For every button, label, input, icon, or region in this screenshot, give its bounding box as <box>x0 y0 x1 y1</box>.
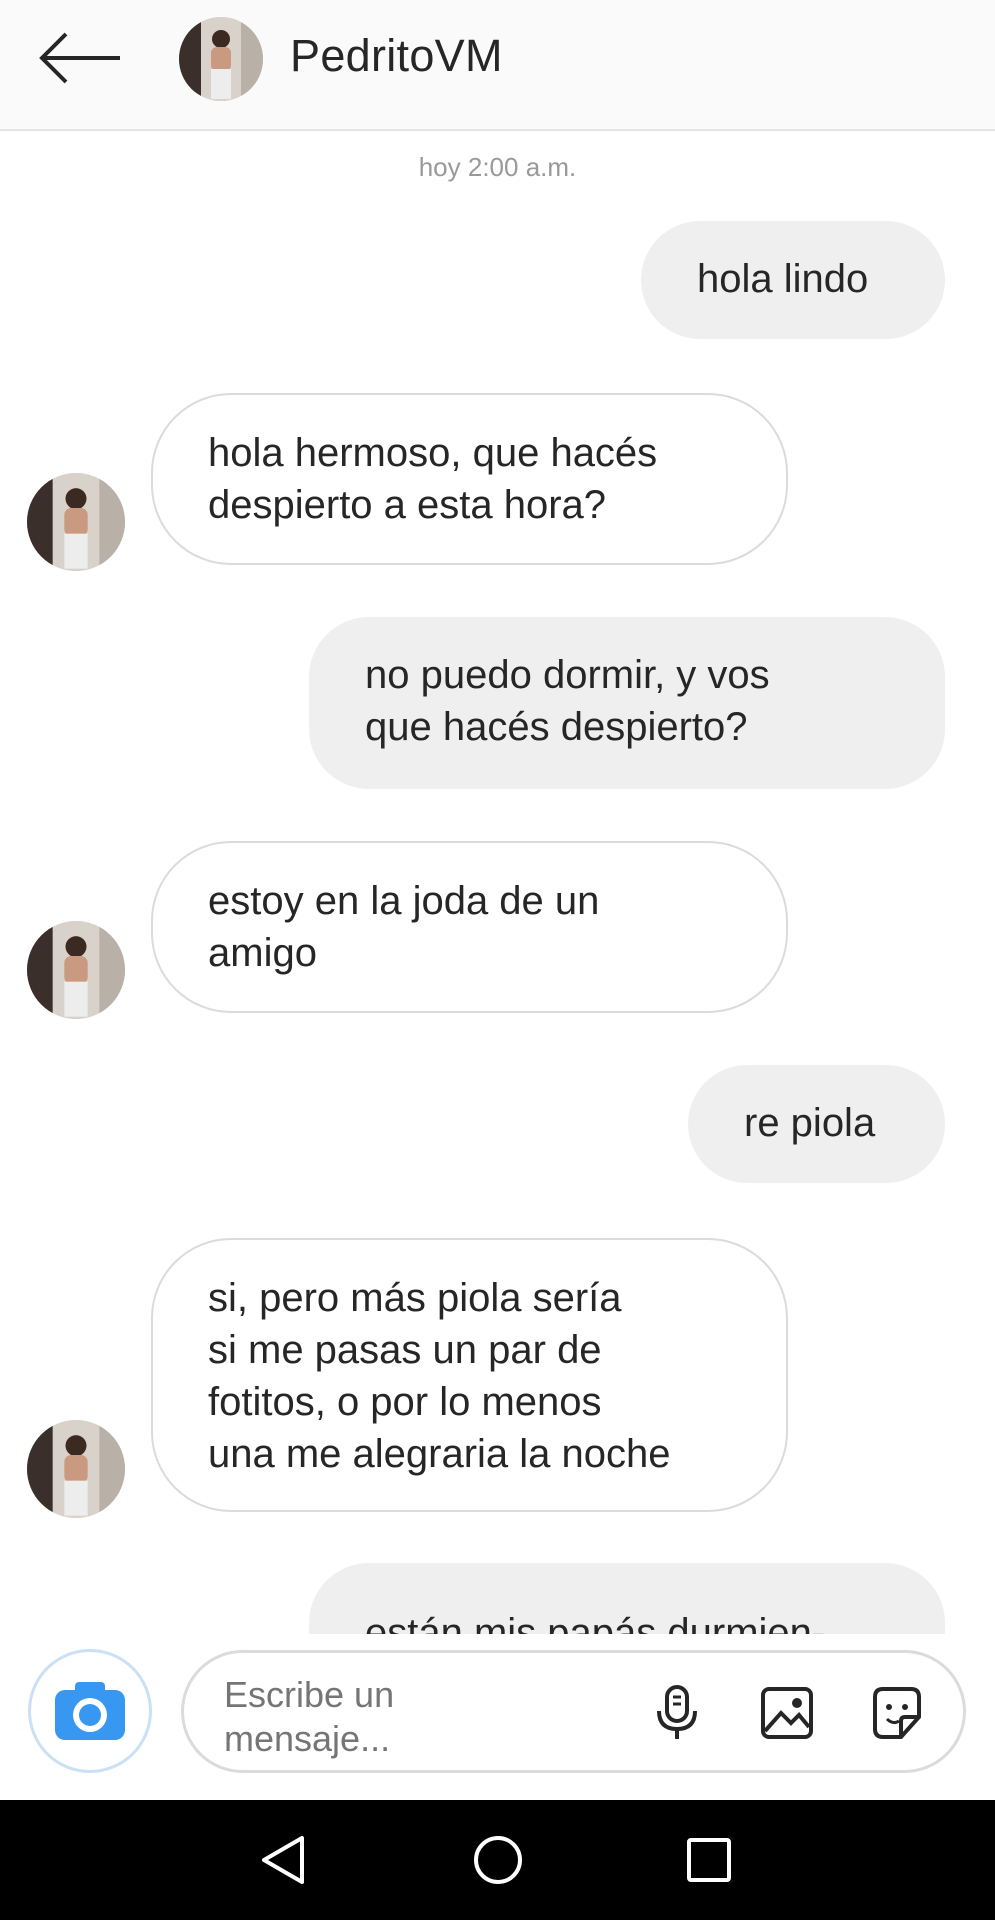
message-avatar[interactable] <box>27 921 125 1019</box>
system-navigation-bar <box>0 1800 995 1920</box>
microphone-icon <box>657 1685 697 1739</box>
message-input-box[interactable] <box>181 1650 966 1773</box>
incoming-message[interactable]: estoy en la joda de un amigo <box>151 841 788 1013</box>
system-back-button[interactable] <box>254 1830 314 1890</box>
back-button[interactable] <box>38 28 126 88</box>
incoming-message[interactable]: hola hermoso, que hacés despierto a esta… <box>151 393 788 565</box>
system-home-button[interactable] <box>468 1830 528 1890</box>
incoming-message[interactable]: si, pero más piola sería si me pasas un … <box>151 1238 788 1512</box>
camera-icon <box>55 1682 125 1740</box>
avatar-photo-icon <box>179 17 263 101</box>
contact-name[interactable]: PedritoVM <box>290 30 503 82</box>
outgoing-message[interactable]: hola lindo <box>641 221 945 339</box>
message-input[interactable] <box>224 1673 624 1761</box>
gallery-icon <box>761 1687 813 1739</box>
back-triangle-icon <box>262 1836 304 1884</box>
message-avatar[interactable] <box>27 473 125 571</box>
outgoing-message[interactable]: están mis papás durmien- <box>309 1563 945 1634</box>
camera-button[interactable] <box>28 1649 152 1773</box>
sticker-button[interactable] <box>867 1683 927 1743</box>
outgoing-message[interactable]: no puedo dormir, y vos que hacés despier… <box>309 617 945 789</box>
thread-timestamp: hoy 2:00 a.m. <box>418 152 577 182</box>
avatar-photo-icon <box>27 921 125 1019</box>
gallery-button[interactable] <box>757 1683 817 1743</box>
sticker-icon <box>873 1687 921 1739</box>
avatar-photo-icon <box>27 1420 125 1518</box>
voice-button[interactable] <box>647 1683 707 1743</box>
arrow-left-icon <box>39 32 120 84</box>
recents-square-icon <box>687 1838 731 1882</box>
system-recents-button[interactable] <box>679 1830 739 1890</box>
message-thread[interactable]: hoy 2:00 a.m. hola lindo hola hermoso, q… <box>0 131 995 1634</box>
contact-avatar[interactable] <box>179 17 263 101</box>
avatar-photo-icon <box>27 473 125 571</box>
message-avatar[interactable] <box>27 1420 125 1518</box>
outgoing-message[interactable]: re piola <box>688 1065 945 1183</box>
message-composer <box>0 1634 995 1800</box>
home-circle-icon <box>474 1836 522 1884</box>
chat-header: PedritoVM <box>0 0 995 131</box>
